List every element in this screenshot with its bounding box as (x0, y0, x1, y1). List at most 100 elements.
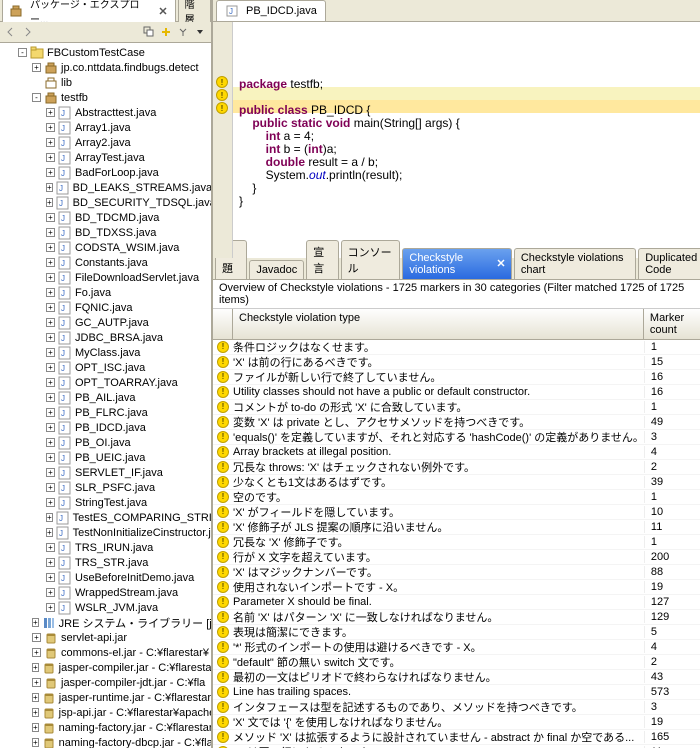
tree-item[interactable]: +JFo.java (0, 285, 211, 300)
violation-row[interactable]: !使用されないインポートです - X。19 (213, 580, 700, 595)
tree-item[interactable]: +commons-el.jar - C:¥flarestar¥ (0, 645, 211, 660)
tree-item[interactable]: +JConstants.java (0, 255, 211, 270)
menu-icon[interactable] (193, 25, 207, 39)
forward-icon[interactable] (21, 25, 35, 39)
expand-toggle[interactable]: + (46, 153, 55, 162)
expand-toggle[interactable]: + (32, 738, 39, 747)
tree-item[interactable]: +JUseBeforeInitDemo.java (0, 570, 211, 585)
expand-toggle[interactable]: + (46, 138, 55, 147)
expand-toggle[interactable]: + (32, 63, 41, 72)
violation-row[interactable]: !'X' はマジックナンバーです。88 (213, 565, 700, 580)
expand-toggle[interactable]: + (46, 423, 55, 432)
tree-item[interactable]: +naming-factory.jar - C:¥flarestar (0, 720, 211, 735)
col-header-type[interactable]: Checkstyle violation type (233, 309, 644, 339)
expand-toggle[interactable]: + (32, 663, 39, 672)
tree-item[interactable]: +JOPT_TOARRAY.java (0, 375, 211, 390)
warning-marker[interactable]: ! (216, 102, 228, 114)
expand-toggle[interactable]: + (46, 243, 55, 252)
expand-toggle[interactable]: + (46, 498, 55, 507)
expand-toggle[interactable]: + (46, 213, 55, 222)
expand-toggle[interactable]: + (32, 618, 39, 627)
violation-row[interactable]: !Parameter X should be final.127 (213, 595, 700, 610)
expand-toggle[interactable]: + (46, 228, 55, 237)
package-tree[interactable]: -FBCustomTestCase+jp.co.nttdata.findbugs… (0, 43, 211, 748)
violation-row[interactable]: !Utility classes should not have a publi… (213, 385, 700, 400)
expand-toggle[interactable]: + (46, 543, 55, 552)
expand-toggle[interactable]: + (46, 603, 55, 612)
expand-toggle[interactable]: + (32, 708, 39, 717)
expand-toggle[interactable]: + (32, 648, 41, 657)
tree-item[interactable]: +jasper-runtime.jar - C:¥flarestar (0, 690, 211, 705)
expand-toggle[interactable]: + (46, 408, 55, 417)
tree-item[interactable]: +JWSLR_JVM.java (0, 600, 211, 615)
expand-toggle[interactable]: + (46, 378, 55, 387)
tree-item[interactable]: +JBD_LEAKS_STREAMS.java (0, 180, 211, 195)
col-header-count[interactable]: Marker count (644, 309, 700, 339)
expand-toggle[interactable]: + (46, 348, 55, 357)
violation-row[interactable]: !行が X 文字を超えています。200 (213, 550, 700, 565)
expand-toggle[interactable]: + (32, 723, 39, 732)
close-icon[interactable] (497, 258, 505, 270)
expand-toggle[interactable]: + (46, 363, 55, 372)
expand-toggle[interactable]: + (46, 483, 55, 492)
tree-item[interactable]: +JTRS_IRUN.java (0, 540, 211, 555)
warning-marker[interactable]: ! (216, 76, 228, 88)
expand-toggle[interactable]: + (46, 333, 55, 342)
expand-toggle[interactable]: + (46, 288, 55, 297)
tree-item[interactable]: +JArray2.java (0, 135, 211, 150)
expand-toggle[interactable]: + (46, 513, 53, 522)
violation-row[interactable]: !'X' 修飾子が JLS 提案の順序に沿いません。11 (213, 520, 700, 535)
expand-toggle[interactable]: + (46, 318, 55, 327)
expand-toggle[interactable]: + (46, 123, 55, 132)
tree-item[interactable]: +JOPT_ISC.java (0, 360, 211, 375)
violation-row[interactable]: !冗長な throws: 'X' はチェックされない例外です。2 (213, 460, 700, 475)
expand-toggle[interactable]: + (46, 108, 55, 117)
expand-toggle[interactable]: + (46, 588, 55, 597)
violation-row[interactable]: !インタフェースは型を記述するものであり、メソッドを持つべきです。3 (213, 700, 700, 715)
violation-row[interactable]: !"default" 節の無い switch 文です。2 (213, 655, 700, 670)
tree-item[interactable]: +JBD_TDXSS.java (0, 225, 211, 240)
expand-toggle[interactable]: + (46, 168, 55, 177)
close-icon[interactable] (157, 5, 169, 17)
violation-row[interactable]: !Array brackets at illegal position.4 (213, 445, 700, 460)
violation-row[interactable]: !変数 'X' は private とし、アクセサメソッドを持つべきです。49 (213, 415, 700, 430)
tree-item[interactable]: +JAbstracttest.java (0, 105, 211, 120)
tree-item[interactable]: +jp.co.nttdata.findbugs.detect (0, 60, 211, 75)
violation-row[interactable]: !少なくとも1文はあるはずです。39 (213, 475, 700, 490)
code-editor[interactable]: ! ! ! package testfb; public class PB_ID… (213, 22, 700, 258)
back-icon[interactable] (4, 25, 18, 39)
tree-item[interactable]: +naming-factory-dbcp.jar - C:¥fla (0, 735, 211, 748)
tree-item[interactable]: +JPB_UEIC.java (0, 450, 211, 465)
warning-marker[interactable]: ! (216, 89, 228, 101)
tree-item[interactable]: +JPB_OI.java (0, 435, 211, 450)
tree-item[interactable]: +JGC_AUTP.java (0, 315, 211, 330)
tree-item[interactable]: +JSLR_PSFC.java (0, 480, 211, 495)
violation-row[interactable]: !最初の一文はピリオドで終わらなければなりません。43 (213, 670, 700, 685)
tree-item[interactable]: +jasper-compiler.jar - C:¥flarestar (0, 660, 211, 675)
tree-item[interactable]: lib (0, 75, 211, 90)
expand-toggle[interactable]: + (46, 438, 55, 447)
tree-item[interactable]: +JRE システム・ライブラリー [jre1.6.0 (0, 615, 211, 630)
tree-item[interactable]: +jsp-api.jar - C:¥flarestar¥apache (0, 705, 211, 720)
violation-row[interactable]: !Line has trailing spaces.573 (213, 685, 700, 700)
tree-item[interactable]: +JCODSTA_WSIM.java (0, 240, 211, 255)
tree-item[interactable]: +JWrappedStream.java (0, 585, 211, 600)
tree-item[interactable]: +JArrayTest.java (0, 150, 211, 165)
expand-toggle[interactable]: + (46, 273, 55, 282)
editor-tab[interactable]: J PB_IDCD.java (216, 0, 326, 21)
tree-item[interactable]: +jasper-compiler-jdt.jar - C:¥fla (0, 675, 211, 690)
expand-toggle[interactable]: - (32, 93, 41, 102)
violation-row[interactable]: !表現は簡潔にできます。5 (213, 625, 700, 640)
expand-toggle[interactable]: + (32, 693, 39, 702)
tree-item[interactable]: +JBadForLoop.java (0, 165, 211, 180)
expand-toggle[interactable]: + (46, 573, 55, 582)
violation-row[interactable]: !空のです。1 (213, 490, 700, 505)
expand-toggle[interactable]: + (32, 678, 41, 687)
violation-row[interactable]: !'*' 形式のインポートの使用は避けるべきです - X。4 (213, 640, 700, 655)
tree-item[interactable]: +JBD_TDCMD.java (0, 210, 211, 225)
expand-toggle[interactable]: + (46, 258, 55, 267)
tree-item[interactable]: +JTestNonInitializeCinstructor.ja (0, 525, 211, 540)
expand-toggle[interactable]: + (32, 633, 41, 642)
violation-row[interactable]: !メソッド 'X' は拡張するように設計されていません - abstract か… (213, 730, 700, 745)
violation-row[interactable]: !名前 'X' はパターン 'X' に一致しなければなりません。129 (213, 610, 700, 625)
